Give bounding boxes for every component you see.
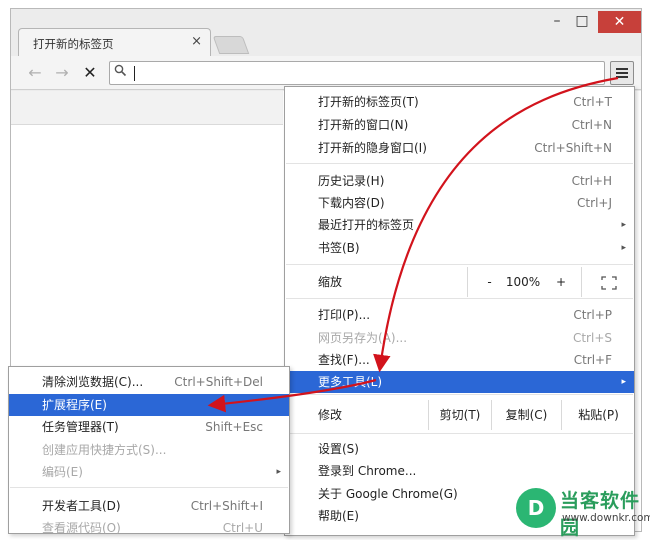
copy-button[interactable]: 复制(C) xyxy=(491,400,561,430)
menu-item-history[interactable]: 历史记录(H) Ctrl+H xyxy=(285,170,634,192)
chevron-right-icon: ▸ xyxy=(621,243,626,253)
menu-item-label: 扩展程序(E) xyxy=(42,398,107,412)
menu-item-label: 书签(B) xyxy=(318,241,360,255)
menu-item-shortcut: Ctrl+F xyxy=(573,353,612,367)
submenu-item-extensions[interactable]: 扩展程序(E) xyxy=(9,394,289,416)
edit-label: 修改 xyxy=(318,408,343,422)
site-logo: D 当客软件园 www.downkr.com xyxy=(516,486,650,539)
menu-item-shortcut: Ctrl+Shift+Del xyxy=(174,375,263,389)
menu-item-shortcut: Ctrl+P xyxy=(573,308,612,322)
chrome-menu-button[interactable] xyxy=(610,61,634,85)
menu-item-shortcut: Ctrl+N xyxy=(571,118,612,132)
menu-item-shortcut: Ctrl+H xyxy=(571,174,612,188)
menu-item-more-tools[interactable]: 更多工具(L) ▸ xyxy=(285,371,634,393)
menu-item-label: 最近打开的标签页 xyxy=(318,218,415,232)
menu-item-shortcut: Ctrl+S xyxy=(572,331,612,345)
submenu-item-devtools[interactable]: 开发者工具(D) Ctrl+Shift+I xyxy=(9,495,289,517)
submenu-item-task-manager[interactable]: 任务管理器(T) Shift+Esc xyxy=(9,416,289,438)
menu-item-label: 更多工具(L) xyxy=(318,375,383,389)
menu-item-label: 开发者工具(D) xyxy=(42,499,121,513)
tab-title: 打开新的标签页 xyxy=(33,37,114,51)
back-icon[interactable]: ← xyxy=(24,63,46,82)
menu-item-print[interactable]: 打印(P)... Ctrl+P xyxy=(285,304,634,326)
edit-row: 修改 剪切(T) 复制(C) 粘贴(P) xyxy=(285,400,634,430)
logo-glyph: D xyxy=(516,488,556,528)
window-close-button[interactable]: ✕ xyxy=(598,11,641,33)
menu-item-label: 查找(F)... xyxy=(318,353,370,367)
menu-item-shortcut: Ctrl+U xyxy=(222,521,263,535)
chevron-right-icon: ▸ xyxy=(621,377,626,387)
zoom-value: 100% xyxy=(505,275,541,289)
fullscreen-icon[interactable] xyxy=(581,267,635,297)
zoom-row: 缩放 - 100% + xyxy=(285,267,634,297)
tab-close-icon[interactable]: × xyxy=(191,34,202,49)
menu-separator xyxy=(286,163,633,164)
address-bar[interactable] xyxy=(109,61,605,85)
menu-item-label: 打开新的隐身窗口(I) xyxy=(318,141,427,155)
menu-separator xyxy=(286,394,633,395)
submenu-item-create-shortcut: 创建应用快捷方式(S)... xyxy=(9,439,289,461)
stop-icon[interactable]: ✕ xyxy=(79,63,101,82)
menu-item-label: 清除浏览数据(C)... xyxy=(42,375,144,389)
menu-item-find[interactable]: 查找(F)... Ctrl+F xyxy=(285,349,634,371)
menu-item-settings[interactable]: 设置(S) xyxy=(285,438,634,460)
submenu-item-clear-data[interactable]: 清除浏览数据(C)... Ctrl+Shift+Del xyxy=(9,371,289,393)
menu-item-new-tab[interactable]: 打开新的标签页(T) Ctrl+T xyxy=(285,91,634,113)
menu-item-shortcut: Ctrl+T xyxy=(573,95,612,109)
tab-new-tab[interactable]: 打开新的标签页 × xyxy=(18,28,211,56)
menu-item-sign-in[interactable]: 登录到 Chrome... xyxy=(285,460,634,482)
search-icon xyxy=(114,64,127,81)
menu-item-label: 关于 Google Chrome(G) xyxy=(318,487,458,501)
logo-url: www.downkr.com xyxy=(562,512,650,524)
chevron-right-icon: ▸ xyxy=(621,220,626,230)
menu-item-new-window[interactable]: 打开新的窗口(N) Ctrl+N xyxy=(285,114,634,136)
menu-separator xyxy=(286,264,633,265)
minimize-button[interactable]: – xyxy=(545,13,569,29)
menu-separator xyxy=(286,433,633,434)
menu-item-label: 下载内容(D) xyxy=(318,196,385,210)
zoom-label: 缩放 xyxy=(318,275,343,289)
menu-item-downloads[interactable]: 下载内容(D) Ctrl+J xyxy=(285,192,634,214)
submenu-item-view-source[interactable]: 查看源代码(O) Ctrl+U xyxy=(9,517,289,539)
menu-separator xyxy=(10,487,288,488)
menu-item-shortcut: Ctrl+J xyxy=(577,196,612,210)
menu-item-label: 帮助(E) xyxy=(318,509,359,523)
chevron-right-icon: ▸ xyxy=(276,467,281,477)
menu-item-shortcut: Shift+Esc xyxy=(205,420,263,434)
menu-item-label: 网页另存为(A)... xyxy=(318,331,408,345)
menu-item-recent-tabs[interactable]: 最近打开的标签页 ▸ xyxy=(285,214,634,236)
menu-item-bookmarks[interactable]: 书签(B) ▸ xyxy=(285,237,634,259)
menu-separator xyxy=(286,298,633,299)
menu-item-label: 任务管理器(T) xyxy=(42,420,119,434)
menu-item-label: 编码(E) xyxy=(42,465,83,479)
menu-item-label: 查看源代码(O) xyxy=(42,521,121,535)
menu-item-incognito[interactable]: 打开新的隐身窗口(I) Ctrl+Shift+N xyxy=(285,137,634,159)
text-caret xyxy=(134,66,135,81)
menu-item-label: 设置(S) xyxy=(318,442,359,456)
menu-item-label: 打开新的窗口(N) xyxy=(318,118,409,132)
menu-item-shortcut: Ctrl+Shift+I xyxy=(190,499,263,513)
cut-button[interactable]: 剪切(T) xyxy=(428,400,491,430)
more-tools-submenu: 清除浏览数据(C)... Ctrl+Shift+Del 扩展程序(E) 任务管理器… xyxy=(8,366,290,535)
zoom-in-button[interactable]: + xyxy=(545,267,577,297)
menu-item-label: 历史记录(H) xyxy=(318,174,385,188)
menu-item-save-page: 网页另存为(A)... Ctrl+S xyxy=(285,327,634,349)
menu-item-label: 创建应用快捷方式(S)... xyxy=(42,443,167,457)
new-tab-button[interactable] xyxy=(212,36,250,54)
bookmark-strip xyxy=(11,91,283,125)
menu-item-label: 打印(P)... xyxy=(318,308,371,322)
submenu-item-encoding: 编码(E) ▸ xyxy=(9,461,289,483)
maximize-button[interactable]: □ xyxy=(570,13,594,29)
menu-item-shortcut: Ctrl+Shift+N xyxy=(534,141,612,155)
forward-icon[interactable]: → xyxy=(51,63,73,82)
paste-button[interactable]: 粘贴(P) xyxy=(561,400,635,430)
menu-item-label: 登录到 Chrome... xyxy=(318,464,417,478)
menu-item-label: 打开新的标签页(T) xyxy=(318,95,419,109)
chrome-main-menu: 打开新的标签页(T) Ctrl+T 打开新的窗口(N) Ctrl+N 打开新的隐身窗… xyxy=(284,86,635,536)
